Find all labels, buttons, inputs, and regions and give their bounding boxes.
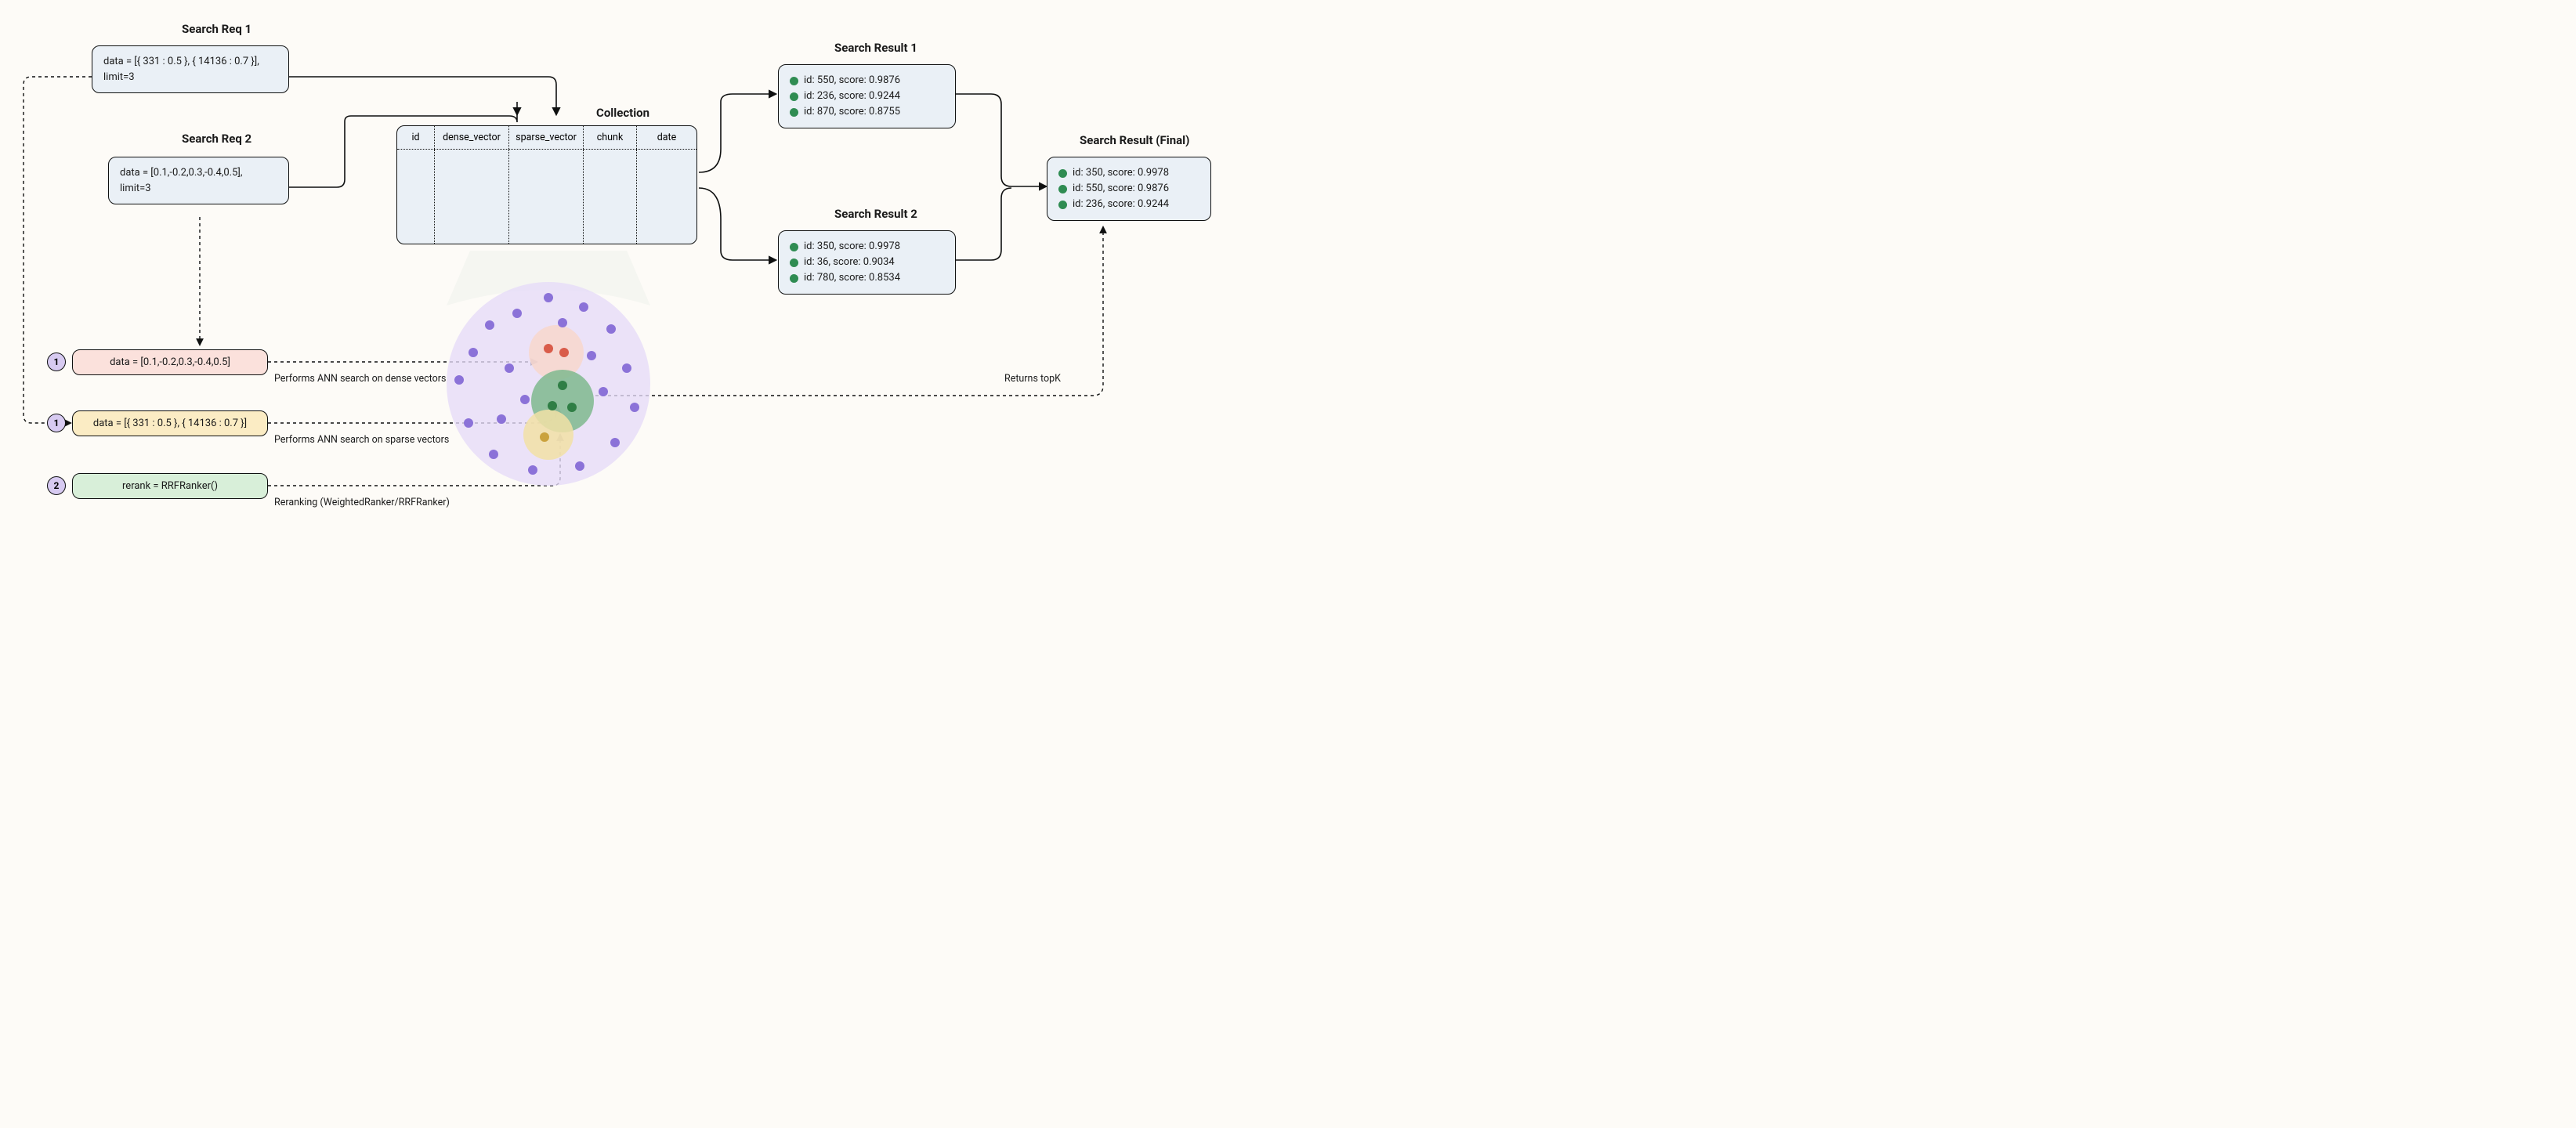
search-result-final-box: id: 350, score: 0.9978 id: 550, score: 0…	[1047, 157, 1211, 221]
req2-line2: limit=3	[120, 181, 277, 197]
collection-title: Collection	[596, 106, 649, 120]
bullet-icon	[790, 274, 798, 283]
col-sparse: sparse_vector	[509, 126, 584, 149]
final-row: id: 350, score: 0.9978	[1058, 165, 1199, 181]
col-id: id	[397, 126, 435, 149]
search-result-1-title: Search Result 1	[834, 41, 917, 55]
caption-topk: Returns topK	[1004, 373, 1061, 385]
search-req-1-title: Search Req 1	[182, 22, 251, 36]
step-dense-text: data = [0.1,-0.2,0.3,-0.4,0.5]	[110, 356, 230, 368]
step-rerank-box: rerank = RRFRanker()	[72, 473, 268, 499]
step-rerank-text: rerank = RRFRanker()	[122, 480, 218, 492]
search-result-1-box: id: 550, score: 0.9876 id: 236, score: 0…	[778, 64, 956, 128]
caption-ann-dense: Performs ANN search on dense vectors	[274, 373, 446, 385]
res2-row: id: 36, score: 0.9034	[790, 255, 944, 270]
bullet-icon	[790, 77, 798, 85]
step-badge-1b: 1	[47, 414, 66, 432]
step-sparse-box: data = [{ 331 : 0.5 }, { 14136 : 0.7 }]	[72, 410, 268, 436]
bullet-icon	[790, 108, 798, 117]
bullet-icon	[1058, 185, 1067, 193]
search-req-2-title: Search Req 2	[182, 132, 251, 146]
col-chunk: chunk	[584, 126, 637, 149]
step-sparse-text: data = [{ 331 : 0.5 }, { 14136 : 0.7 }]	[93, 418, 247, 429]
res2-row: id: 350, score: 0.9978	[790, 239, 944, 255]
vector-cluster-illustration	[447, 282, 650, 486]
final-row: id: 236, score: 0.9244	[1058, 197, 1199, 212]
search-result-final-title: Search Result (Final)	[1080, 133, 1189, 147]
bullet-icon	[1058, 201, 1067, 209]
req1-line1: data = [{ 331 : 0.5 }, { 14136 : 0.7 }],	[103, 54, 277, 70]
caption-ann-sparse: Performs ANN search on sparse vectors	[274, 434, 449, 446]
res1-row: id: 236, score: 0.9244	[790, 89, 944, 104]
bullet-icon	[790, 92, 798, 101]
col-dense: dense_vector	[435, 126, 509, 149]
col-date: date	[637, 126, 696, 149]
bullet-icon	[790, 243, 798, 251]
collection-table: id dense_vector sparse_vector chunk date	[396, 125, 697, 244]
step-badge-1a: 1	[47, 352, 66, 371]
req1-line2: limit=3	[103, 70, 277, 85]
bullet-icon	[790, 258, 798, 267]
res1-row: id: 870, score: 0.8755	[790, 104, 944, 120]
search-result-2-box: id: 350, score: 0.9978 id: 36, score: 0.…	[778, 230, 956, 295]
res1-row: id: 550, score: 0.9876	[790, 73, 944, 89]
step-dense-box: data = [0.1,-0.2,0.3,-0.4,0.5]	[72, 349, 268, 375]
bullet-icon	[1058, 169, 1067, 178]
caption-rerank: Reranking (WeightedRanker/RRFRanker)	[274, 497, 450, 508]
final-row: id: 550, score: 0.9876	[1058, 181, 1199, 197]
search-req-2-box: data = [0.1,-0.2,0.3,-0.4,0.5], limit=3	[108, 157, 289, 204]
search-req-1-box: data = [{ 331 : 0.5 }, { 14136 : 0.7 }],…	[92, 45, 289, 93]
step-badge-2: 2	[47, 476, 66, 495]
res2-row: id: 780, score: 0.8534	[790, 270, 944, 286]
req2-line1: data = [0.1,-0.2,0.3,-0.4,0.5],	[120, 165, 277, 181]
search-result-2-title: Search Result 2	[834, 207, 917, 221]
